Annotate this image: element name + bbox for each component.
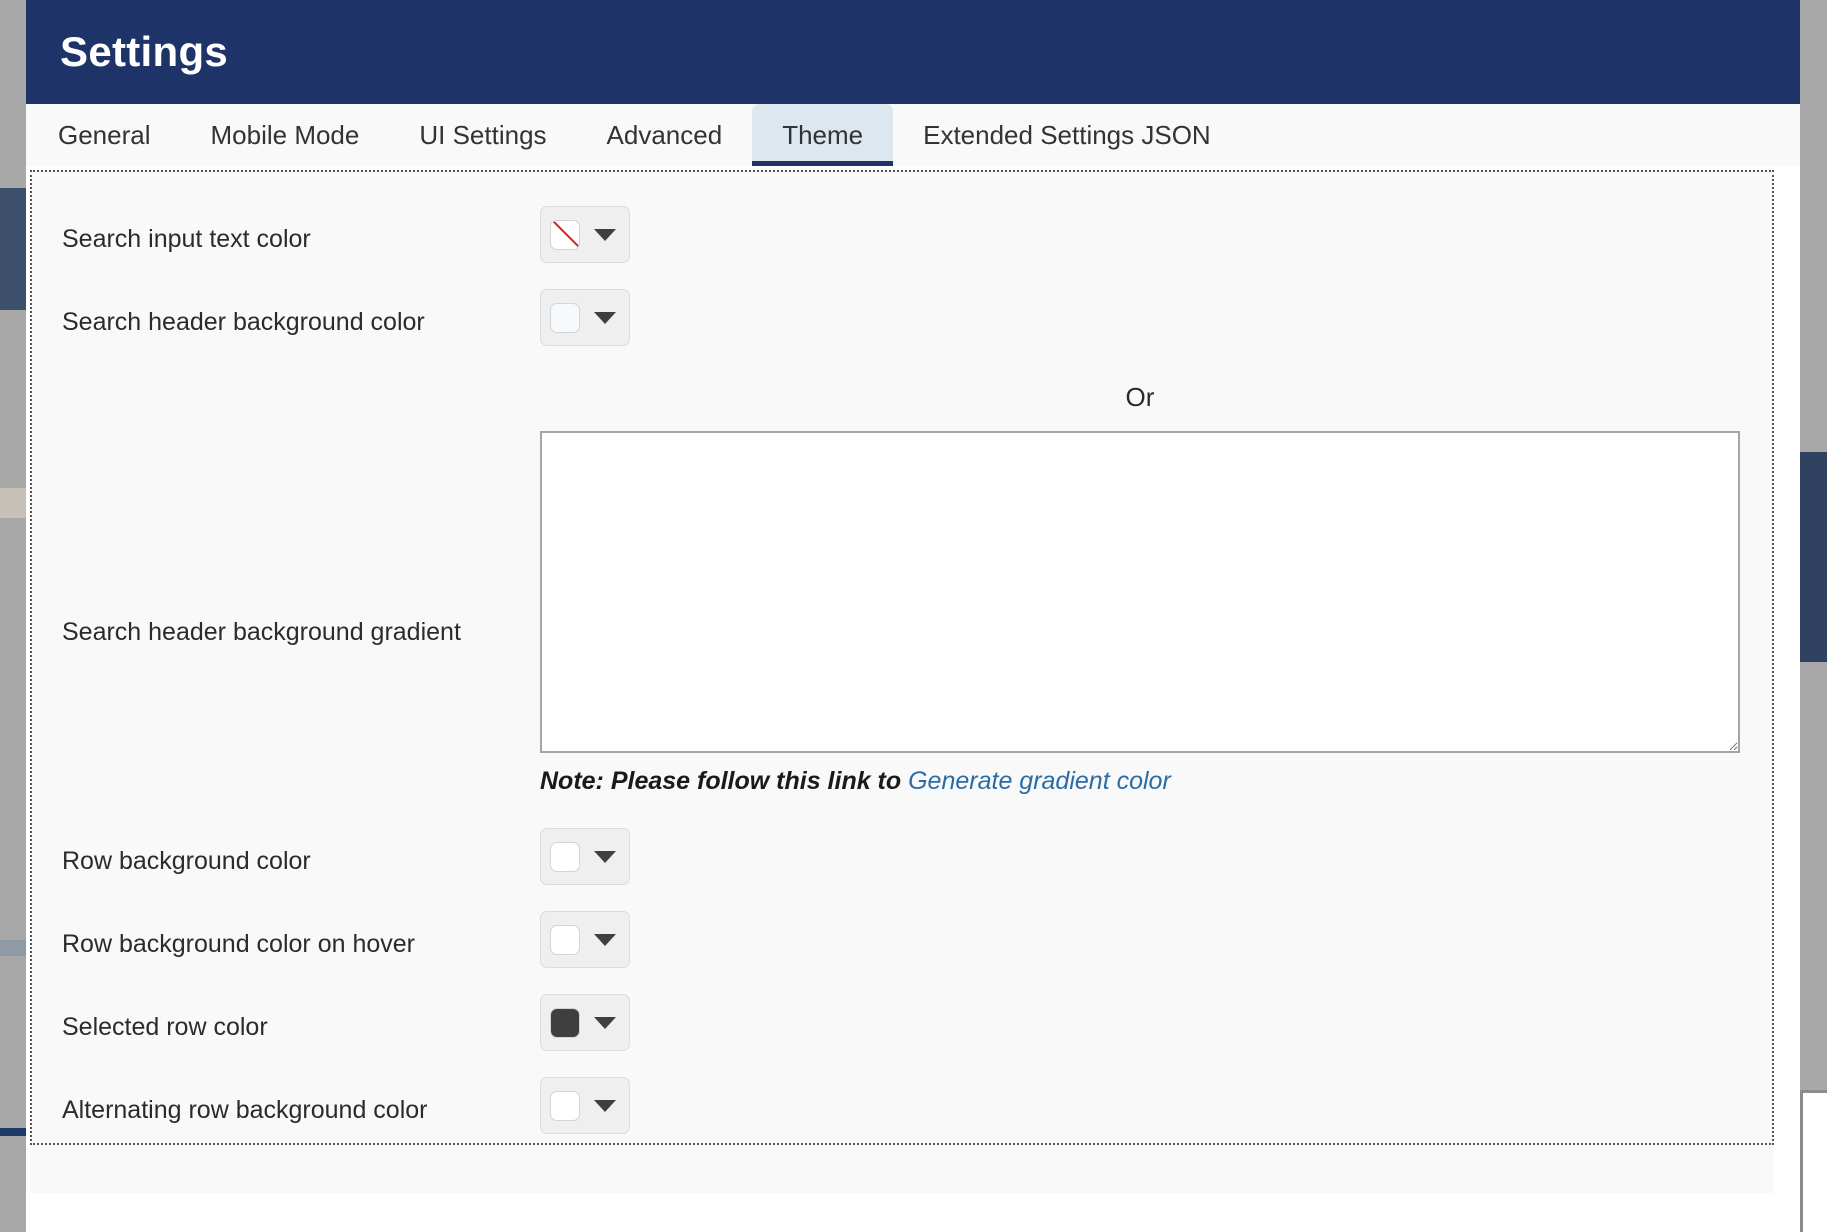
tab-ui-settings[interactable]: UI Settings (389, 104, 576, 166)
color-swatch-icon (550, 302, 580, 333)
background-window-strip (0, 488, 26, 518)
background-window-panel (0, 188, 26, 310)
control-search-header-background-gradient: Or Note: Please follow this link to Gene… (540, 372, 1776, 796)
label-alternating-row-background-color: Alternating row background color (62, 1096, 428, 1124)
gradient-note: Note: Please follow this link to Generat… (540, 767, 1740, 796)
control-alternating-row-background-color (540, 1077, 1772, 1134)
background-window-left-sliver (0, 0, 26, 1232)
window-titlebar: Settings (26, 0, 1800, 104)
gradient-textarea[interactable] (540, 431, 1740, 753)
tab-theme[interactable]: Theme (752, 104, 894, 166)
setting-row-search-header-background-color: Search header background color (32, 289, 1772, 346)
label-search-header-background-gradient: Search header background gradient (62, 618, 461, 646)
tab-extended-settings-json[interactable]: Extended Settings JSON (893, 104, 1241, 166)
color-swatch-icon (550, 1007, 580, 1038)
setting-row-alternating-row-background-color: Alternating row background color (32, 1077, 1772, 1134)
background-window-accent-bar (0, 1128, 26, 1136)
chevron-down-icon (594, 850, 616, 863)
color-swatch-icon (550, 841, 580, 872)
chevron-down-icon (594, 228, 616, 241)
setting-row-row-background-color: Row background color (32, 828, 1772, 885)
chevron-down-icon (594, 1016, 616, 1029)
background-window-right-panel (1800, 452, 1827, 662)
control-row-background-color-on-hover (540, 911, 1772, 968)
label-selected-row-color: Selected row color (62, 1013, 268, 1041)
control-selected-row-color (540, 994, 1772, 1051)
background-window-right-card (1800, 1090, 1827, 1232)
setting-row-selected-row-color: Selected row color (32, 994, 1772, 1051)
panel-footer-strip (30, 1145, 1774, 1193)
color-picker-row-background-color[interactable] (540, 828, 630, 885)
color-picker-search-header-background-color[interactable] (540, 289, 630, 346)
label-row-background-color-on-hover: Row background color on hover (62, 930, 415, 958)
label-search-header-background-color: Search header background color (62, 308, 425, 336)
theme-settings-panel: Search input text color Search header ba… (30, 170, 1774, 1145)
color-picker-alternating-row-background-color[interactable] (540, 1077, 630, 1134)
generate-gradient-color-link[interactable]: Generate gradient color (908, 767, 1171, 795)
tab-general[interactable]: General (28, 104, 181, 166)
control-search-input-text-color (540, 206, 1772, 263)
color-swatch-none-icon (550, 219, 580, 250)
label-row-background-color: Row background color (62, 847, 311, 875)
label-search-input-text-color: Search input text color (62, 225, 311, 253)
control-row-background-color (540, 828, 1772, 885)
settings-window: Settings General Mobile Mode UI Settings… (26, 0, 1800, 1232)
color-picker-search-input-text-color[interactable] (540, 206, 630, 263)
or-separator-label: Or (1125, 382, 1155, 412)
color-swatch-icon (550, 924, 580, 955)
chevron-down-icon (594, 1099, 616, 1112)
color-picker-selected-row-color[interactable] (540, 994, 630, 1051)
tab-mobile-mode[interactable]: Mobile Mode (181, 104, 390, 166)
setting-row-search-header-background-gradient: Search header background gradient Or Not… (32, 372, 1772, 796)
setting-row-search-input-text-color: Search input text color (32, 206, 1772, 263)
chevron-down-icon (594, 311, 616, 324)
tab-advanced[interactable]: Advanced (577, 104, 753, 166)
color-picker-row-background-color-on-hover[interactable] (540, 911, 630, 968)
page-title: Settings (60, 28, 229, 75)
control-search-header-background-color (540, 289, 1772, 346)
gradient-note-text: Note: Please follow this link to (540, 767, 909, 795)
settings-tabs: General Mobile Mode UI Settings Advanced… (26, 104, 1800, 166)
background-window-strip-2 (0, 940, 26, 956)
chevron-down-icon (594, 933, 616, 946)
setting-row-row-background-color-on-hover: Row background color on hover (32, 911, 1772, 968)
color-swatch-icon (550, 1090, 580, 1121)
